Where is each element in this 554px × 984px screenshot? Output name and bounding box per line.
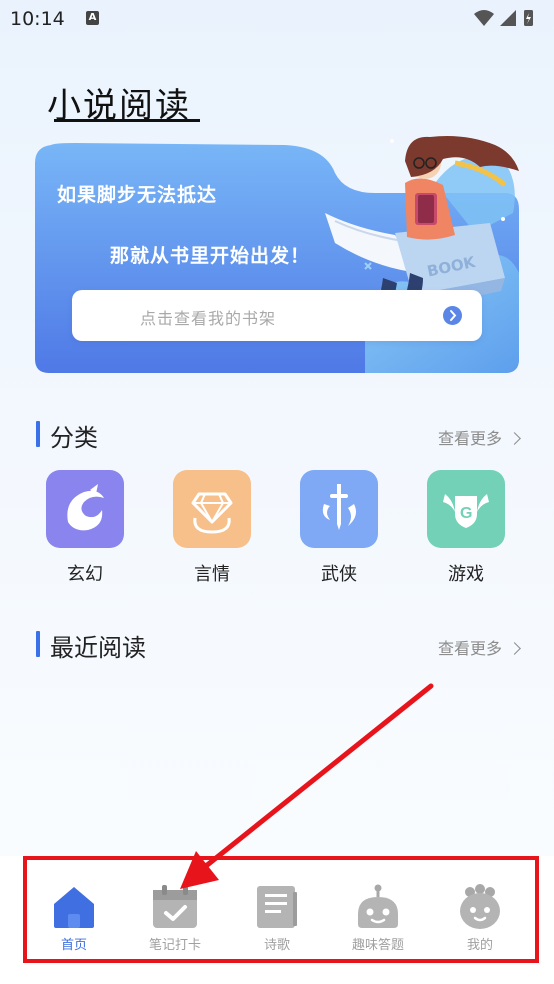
categories-more-label: 查看更多 [438, 429, 503, 448]
category-label: 武侠 [321, 564, 357, 585]
diamond-icon [173, 470, 251, 548]
recent-reading-title: 最近阅读 [50, 634, 146, 662]
sword-icon [300, 470, 378, 548]
nav-home[interactable]: 首页 [29, 884, 119, 953]
calendar-check-icon [151, 884, 199, 930]
category-yanqing[interactable]: 言情 [172, 470, 252, 586]
category-xuanhuan[interactable]: 玄幻 [45, 470, 125, 586]
section-accent-bar [36, 631, 40, 657]
nav-fun-quiz[interactable]: 趣味答题 [333, 884, 423, 953]
nav-notes-checkin[interactable]: 笔记打卡 [130, 884, 220, 953]
category-youxi[interactable]: G 游戏 [426, 470, 506, 586]
banner-subheadline: 那就从书里开始出发！ [110, 245, 311, 267]
recent-more-label: 查看更多 [438, 639, 503, 658]
chevron-right-icon [508, 432, 521, 445]
dragon-icon [46, 470, 124, 548]
status-icons [474, 10, 533, 26]
nav-label: 我的 [466, 938, 493, 953]
nav-poetry[interactable]: 诗歌 [232, 884, 322, 953]
category-label: 玄幻 [67, 564, 103, 585]
profile-icon [456, 884, 504, 930]
nav-label: 首页 [60, 938, 87, 953]
nav-label: 诗歌 [263, 938, 290, 953]
status-bar: 10:14 A [0, 0, 554, 38]
robot-icon [354, 884, 402, 930]
view-bookshelf-button[interactable]: 点击查看我的书架 [72, 290, 482, 341]
document-icon [253, 884, 301, 930]
game-shield-icon: G [427, 470, 505, 548]
arrow-right-icon [443, 306, 462, 325]
home-icon [50, 884, 98, 930]
banner-headline: 如果脚步无法抵达 [57, 184, 218, 206]
category-label: 言情 [194, 564, 230, 585]
section-accent-bar [36, 421, 40, 447]
signal-icon [500, 10, 516, 26]
category-label: 游戏 [448, 564, 484, 585]
svg-text:G: G [460, 505, 472, 522]
notification-badge: A [86, 11, 99, 25]
nav-label: 笔记打卡 [148, 938, 201, 953]
category-wuxia[interactable]: 武侠 [299, 470, 379, 586]
nav-label: 趣味答题 [351, 938, 404, 953]
status-time: 10:14 [10, 8, 65, 30]
nav-profile[interactable]: 我的 [435, 884, 525, 953]
chevron-right-icon [508, 642, 521, 655]
categories-title: 分类 [50, 424, 98, 452]
recent-more-link[interactable]: 查看更多 [438, 635, 521, 659]
view-bookshelf-label: 点击查看我的书架 [140, 309, 277, 328]
title-underline [54, 119, 200, 122]
categories-more-link[interactable]: 查看更多 [438, 425, 521, 449]
wifi-icon [474, 10, 494, 26]
